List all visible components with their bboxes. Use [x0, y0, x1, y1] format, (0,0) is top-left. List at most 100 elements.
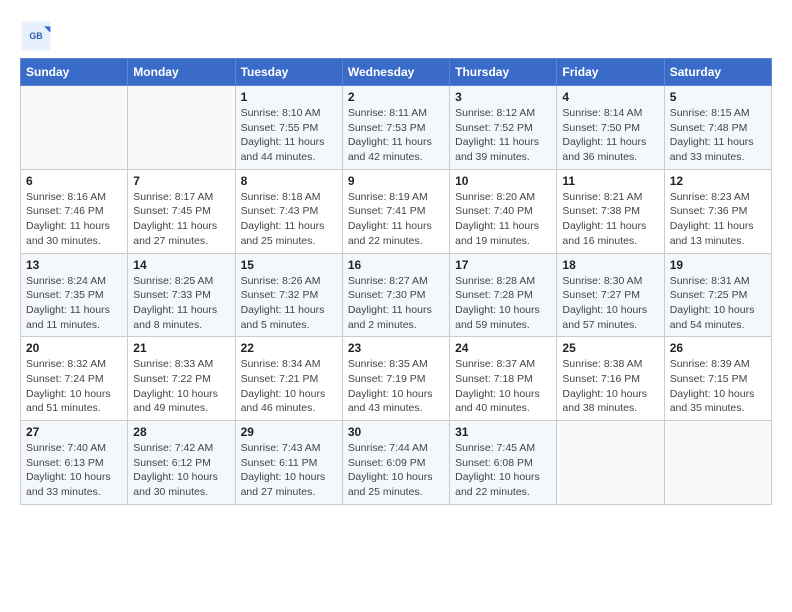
calendar-cell: 11Sunrise: 8:21 AMSunset: 7:38 PMDayligh…: [557, 169, 664, 253]
calendar-cell: 26 Sunrise: 8:39 AMSunset: 7:15 PMDayligh…: [664, 337, 771, 421]
calendar-cell: 9 Sunrise: 8:19 AMSunset: 7:41 PMDaylight…: [342, 169, 449, 253]
day-info: Sunrise: 8:38 AMSunset: 7:16 PMDaylight:…: [562, 357, 658, 416]
calendar-week-row: 6 Sunrise: 8:16 AMSunset: 7:46 PMDaylight…: [21, 169, 772, 253]
day-info: Sunrise: 8:11 AMSunset: 7:53 PMDaylight:…: [348, 106, 444, 165]
calendar-cell: 6 Sunrise: 8:16 AMSunset: 7:46 PMDaylight…: [21, 169, 128, 253]
calendar-week-row: 20 Sunrise: 8:32 AMSunset: 7:24 PMDayligh…: [21, 337, 772, 421]
day-info: Sunrise: 8:32 AMSunset: 7:24 PMDaylight:…: [26, 357, 122, 416]
header: GB: [20, 20, 772, 52]
day-number: 6: [26, 174, 122, 188]
day-info: Sunrise: 7:40 AMSunset: 6:13 PMDaylight:…: [26, 441, 122, 500]
calendar-cell: 24 Sunrise: 8:37 AMSunset: 7:18 PMDayligh…: [450, 337, 557, 421]
weekday-header: Wednesday: [342, 59, 449, 86]
day-number: 1: [241, 90, 337, 104]
day-number: 20: [26, 341, 122, 355]
calendar-cell: 27Sunrise: 7:40 AMSunset: 6:13 PMDayligh…: [21, 421, 128, 505]
day-info: Sunrise: 8:28 AMSunset: 7:28 PMDaylight:…: [455, 274, 551, 333]
day-info: Sunrise: 8:12 AMSunset: 7:52 PMDaylight:…: [455, 106, 551, 165]
weekday-header: Tuesday: [235, 59, 342, 86]
day-number: 31: [455, 425, 551, 439]
calendar-cell: 8Sunrise: 8:18 AMSunset: 7:43 PMDaylight…: [235, 169, 342, 253]
day-info: Sunrise: 8:19 AMSunset: 7:41 PMDaylight:…: [348, 190, 444, 249]
calendar-cell: 1 Sunrise: 8:10 AMSunset: 7:55 PMDaylight…: [235, 86, 342, 170]
logo: GB: [20, 20, 56, 52]
calendar-cell: 14Sunrise: 8:25 AMSunset: 7:33 PMDayligh…: [128, 253, 235, 337]
day-info: Sunrise: 8:16 AMSunset: 7:46 PMDaylight:…: [26, 190, 122, 249]
day-info: Sunrise: 8:31 AMSunset: 7:25 PMDaylight:…: [670, 274, 766, 333]
calendar-cell: 22 Sunrise: 8:34 AMSunset: 7:21 PMDayligh…: [235, 337, 342, 421]
day-number: 3: [455, 90, 551, 104]
calendar-header: SundayMondayTuesdayWednesdayThursdayFrid…: [21, 59, 772, 86]
weekday-header: Saturday: [664, 59, 771, 86]
calendar-cell: [128, 86, 235, 170]
day-info: Sunrise: 8:39 AMSunset: 7:15 PMDaylight:…: [670, 357, 766, 416]
day-number: 15: [241, 258, 337, 272]
day-number: 7: [133, 174, 229, 188]
day-info: Sunrise: 8:17 AMSunset: 7:45 PMDaylight:…: [133, 190, 229, 249]
calendar-cell: 30 Sunrise: 7:44 AMSunset: 6:09 PMDayligh…: [342, 421, 449, 505]
day-number: 12: [670, 174, 766, 188]
weekday-row: SundayMondayTuesdayWednesdayThursdayFrid…: [21, 59, 772, 86]
day-info: Sunrise: 7:43 AMSunset: 6:11 PMDaylight:…: [241, 441, 337, 500]
day-info: Sunrise: 8:15 AMSunset: 7:48 PMDaylight:…: [670, 106, 766, 165]
day-number: 16: [348, 258, 444, 272]
day-info: Sunrise: 7:44 AMSunset: 6:09 PMDaylight:…: [348, 441, 444, 500]
calendar-week-row: 1 Sunrise: 8:10 AMSunset: 7:55 PMDaylight…: [21, 86, 772, 170]
day-number: 22: [241, 341, 337, 355]
day-number: 26: [670, 341, 766, 355]
day-info: Sunrise: 8:10 AMSunset: 7:55 PMDaylight:…: [241, 106, 337, 165]
day-number: 21: [133, 341, 229, 355]
page: GB SundayMondayTuesdayWednesdayThursdayF…: [0, 0, 792, 515]
day-number: 25: [562, 341, 658, 355]
calendar-cell: 28 Sunrise: 7:42 AMSunset: 6:12 PMDayligh…: [128, 421, 235, 505]
day-number: 24: [455, 341, 551, 355]
day-number: 9: [348, 174, 444, 188]
day-number: 28: [133, 425, 229, 439]
calendar-cell: 31 Sunrise: 7:45 AMSunset: 6:08 PMDayligh…: [450, 421, 557, 505]
weekday-header: Sunday: [21, 59, 128, 86]
weekday-header: Thursday: [450, 59, 557, 86]
day-info: Sunrise: 8:20 AMSunset: 7:40 PMDaylight:…: [455, 190, 551, 249]
calendar-cell: 17 Sunrise: 8:28 AMSunset: 7:28 PMDayligh…: [450, 253, 557, 337]
day-number: 13: [26, 258, 122, 272]
day-info: Sunrise: 8:37 AMSunset: 7:18 PMDaylight:…: [455, 357, 551, 416]
day-info: Sunrise: 8:24 AMSunset: 7:35 PMDaylight:…: [26, 274, 122, 333]
calendar-cell: 10 Sunrise: 8:20 AMSunset: 7:40 PMDayligh…: [450, 169, 557, 253]
calendar-cell: 5 Sunrise: 8:15 AMSunset: 7:48 PMDaylight…: [664, 86, 771, 170]
day-number: 19: [670, 258, 766, 272]
day-info: Sunrise: 8:23 AMSunset: 7:36 PMDaylight:…: [670, 190, 766, 249]
weekday-header: Friday: [557, 59, 664, 86]
day-info: Sunrise: 7:45 AMSunset: 6:08 PMDaylight:…: [455, 441, 551, 500]
calendar-cell: [557, 421, 664, 505]
day-info: Sunrise: 8:33 AMSunset: 7:22 PMDaylight:…: [133, 357, 229, 416]
day-info: Sunrise: 8:25 AMSunset: 7:33 PMDaylight:…: [133, 274, 229, 333]
calendar-cell: 2Sunrise: 8:11 AMSunset: 7:53 PMDaylight…: [342, 86, 449, 170]
calendar-cell: 29 Sunrise: 7:43 AMSunset: 6:11 PMDayligh…: [235, 421, 342, 505]
calendar-cell: 23Sunrise: 8:35 AMSunset: 7:19 PMDayligh…: [342, 337, 449, 421]
calendar-body: 1 Sunrise: 8:10 AMSunset: 7:55 PMDaylight…: [21, 86, 772, 505]
day-info: Sunrise: 7:42 AMSunset: 6:12 PMDaylight:…: [133, 441, 229, 500]
day-info: Sunrise: 8:34 AMSunset: 7:21 PMDaylight:…: [241, 357, 337, 416]
calendar-cell: 16 Sunrise: 8:27 AMSunset: 7:30 PMDayligh…: [342, 253, 449, 337]
day-info: Sunrise: 8:27 AMSunset: 7:30 PMDaylight:…: [348, 274, 444, 333]
day-info: Sunrise: 8:30 AMSunset: 7:27 PMDaylight:…: [562, 274, 658, 333]
day-number: 18: [562, 258, 658, 272]
day-info: Sunrise: 8:26 AMSunset: 7:32 PMDaylight:…: [241, 274, 337, 333]
day-number: 23: [348, 341, 444, 355]
day-number: 30: [348, 425, 444, 439]
calendar-cell: 19 Sunrise: 8:31 AMSunset: 7:25 PMDayligh…: [664, 253, 771, 337]
logo-icon: GB: [20, 20, 52, 52]
day-number: 10: [455, 174, 551, 188]
calendar-cell: 7 Sunrise: 8:17 AMSunset: 7:45 PMDaylight…: [128, 169, 235, 253]
calendar-cell: 4Sunrise: 8:14 AMSunset: 7:50 PMDaylight…: [557, 86, 664, 170]
day-number: 17: [455, 258, 551, 272]
calendar-cell: 3 Sunrise: 8:12 AMSunset: 7:52 PMDaylight…: [450, 86, 557, 170]
calendar-cell: 12 Sunrise: 8:23 AMSunset: 7:36 PMDayligh…: [664, 169, 771, 253]
day-info: Sunrise: 8:14 AMSunset: 7:50 PMDaylight:…: [562, 106, 658, 165]
day-number: 29: [241, 425, 337, 439]
day-number: 5: [670, 90, 766, 104]
calendar: SundayMondayTuesdayWednesdayThursdayFrid…: [20, 58, 772, 505]
calendar-cell: 13 Sunrise: 8:24 AMSunset: 7:35 PMDayligh…: [21, 253, 128, 337]
day-number: 8: [241, 174, 337, 188]
calendar-cell: 18 Sunrise: 8:30 AMSunset: 7:27 PMDayligh…: [557, 253, 664, 337]
